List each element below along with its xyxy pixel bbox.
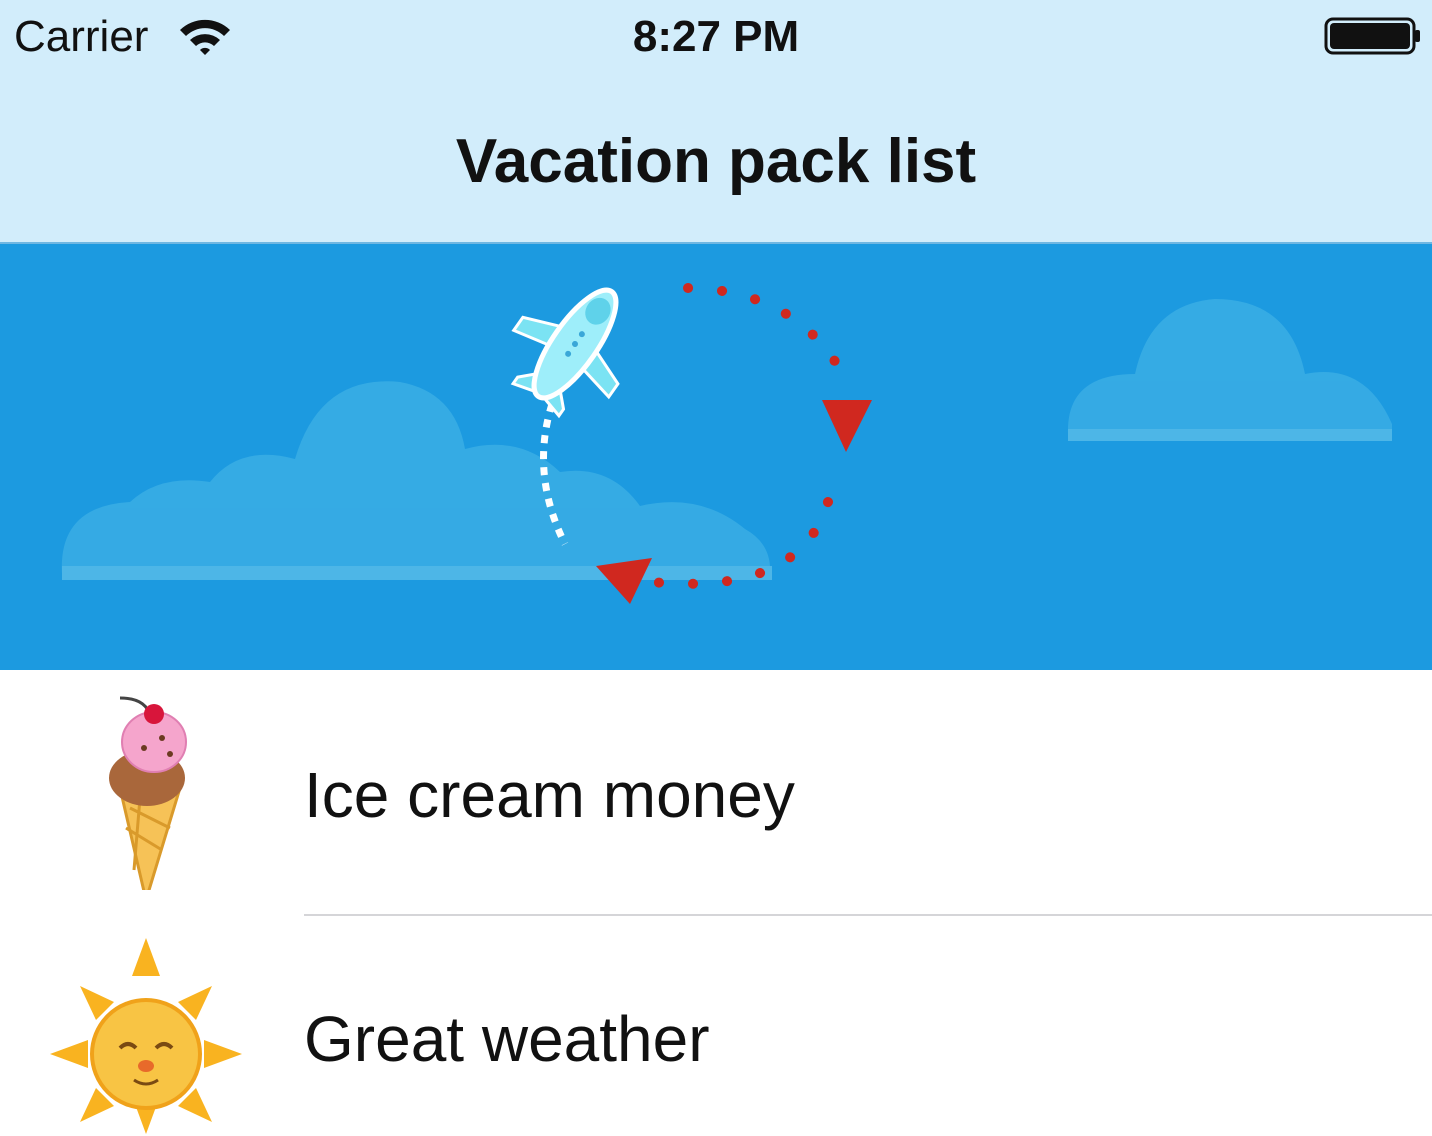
list-item-label: Ice cream money bbox=[304, 759, 795, 831]
loop-arrow-down-icon bbox=[822, 400, 872, 452]
ice-cream-icon bbox=[109, 696, 187, 890]
loop-arrow-left-icon bbox=[596, 558, 652, 604]
status-bar: Carrier 8:27 PM bbox=[0, 0, 1432, 80]
navigation-bar: Vacation pack list bbox=[0, 80, 1432, 244]
battery-full-icon bbox=[1324, 17, 1420, 55]
cloud-left bbox=[61, 381, 772, 580]
cloud-right bbox=[1067, 299, 1392, 441]
loop-path-top bbox=[683, 283, 843, 371]
pack-list: Ice cream money Great weather bbox=[0, 670, 1432, 1136]
page-title: Vacation pack list bbox=[455, 127, 977, 196]
airplane-loop-illustration bbox=[61, 283, 1392, 604]
header-banner bbox=[0, 244, 1432, 670]
list-item-label: Great weather bbox=[304, 1003, 710, 1075]
list-item[interactable]: Ice cream money bbox=[0, 670, 1432, 916]
airplane-icon bbox=[510, 287, 620, 419]
list-item[interactable]: Great weather bbox=[0, 916, 1432, 1136]
status-time: 8:27 PM bbox=[632, 12, 800, 61]
sun-icon bbox=[50, 938, 242, 1134]
